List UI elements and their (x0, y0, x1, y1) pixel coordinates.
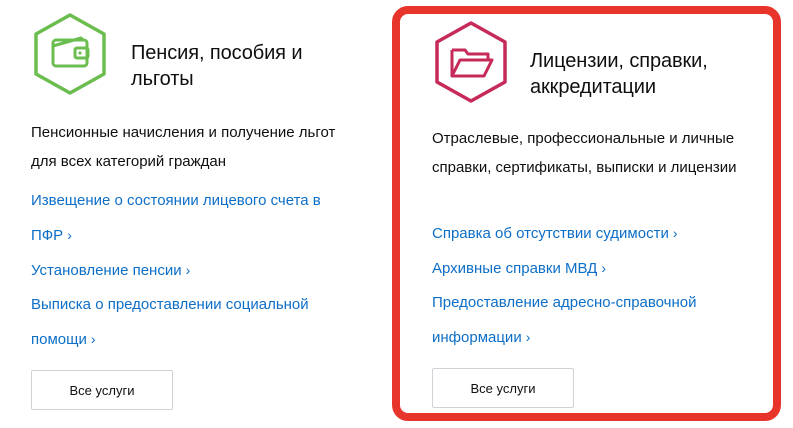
service-link-social-assistance-statement[interactable]: Выписка о предоставлении социальной помо… (31, 288, 351, 357)
chevron-right-icon: › (672, 225, 678, 241)
service-links: Извещение о состоянии лицевого счета в П… (31, 184, 351, 357)
chevron-right-icon: › (90, 331, 96, 347)
all-services-button[interactable]: Все услуги (432, 368, 574, 408)
link-label: Справка об отсутствии судимости (432, 225, 669, 242)
card-title: Пенсия, пособия и льготы (131, 42, 303, 90)
wallet-icon (34, 13, 106, 95)
service-link-mvd-archive-certificates[interactable]: Архивные справки МВД › (432, 251, 732, 286)
all-services-button[interactable]: Все услуги (31, 370, 173, 410)
link-label: Выписка о предоставлении социальной помо… (31, 296, 309, 348)
chevron-right-icon: › (525, 329, 531, 345)
link-label: Архивные справки МВД (432, 260, 598, 277)
chevron-right-icon: › (185, 262, 191, 278)
link-label: Установление пенсии (31, 262, 182, 279)
card-description: Отраслевые, профессиональные и личные сп… (432, 130, 737, 176)
link-label: Извещение о состоянии лицевого счета в П… (31, 192, 321, 244)
card-title: Лицензии, справки, аккредитации (530, 50, 708, 98)
service-card-licenses: Лицензии, справки, аккредитации Отраслев… (392, 6, 781, 421)
link-label: Предоставление адресно-справочной информ… (432, 294, 697, 346)
service-link-address-reference-info[interactable]: Предоставление адресно-справочной информ… (432, 286, 732, 355)
folder-icon (435, 21, 507, 103)
service-link-pfr-account-notice[interactable]: Извещение о состоянии лицевого счета в П… (31, 184, 351, 253)
chevron-right-icon: › (601, 260, 606, 276)
services-section: Пенсия, пособия и льготы Пенсионные начи… (0, 0, 793, 428)
chevron-right-icon: › (67, 227, 72, 243)
service-link-pension-assignment[interactable]: Установление пенсии › (31, 253, 351, 288)
service-links: Справка об отсутствии судимости › Архивны… (432, 216, 732, 355)
card-description: Пенсионные начисления и получение льгот … (31, 124, 336, 170)
service-link-no-criminal-record-certificate[interactable]: Справка об отсутствии судимости › (432, 216, 732, 251)
